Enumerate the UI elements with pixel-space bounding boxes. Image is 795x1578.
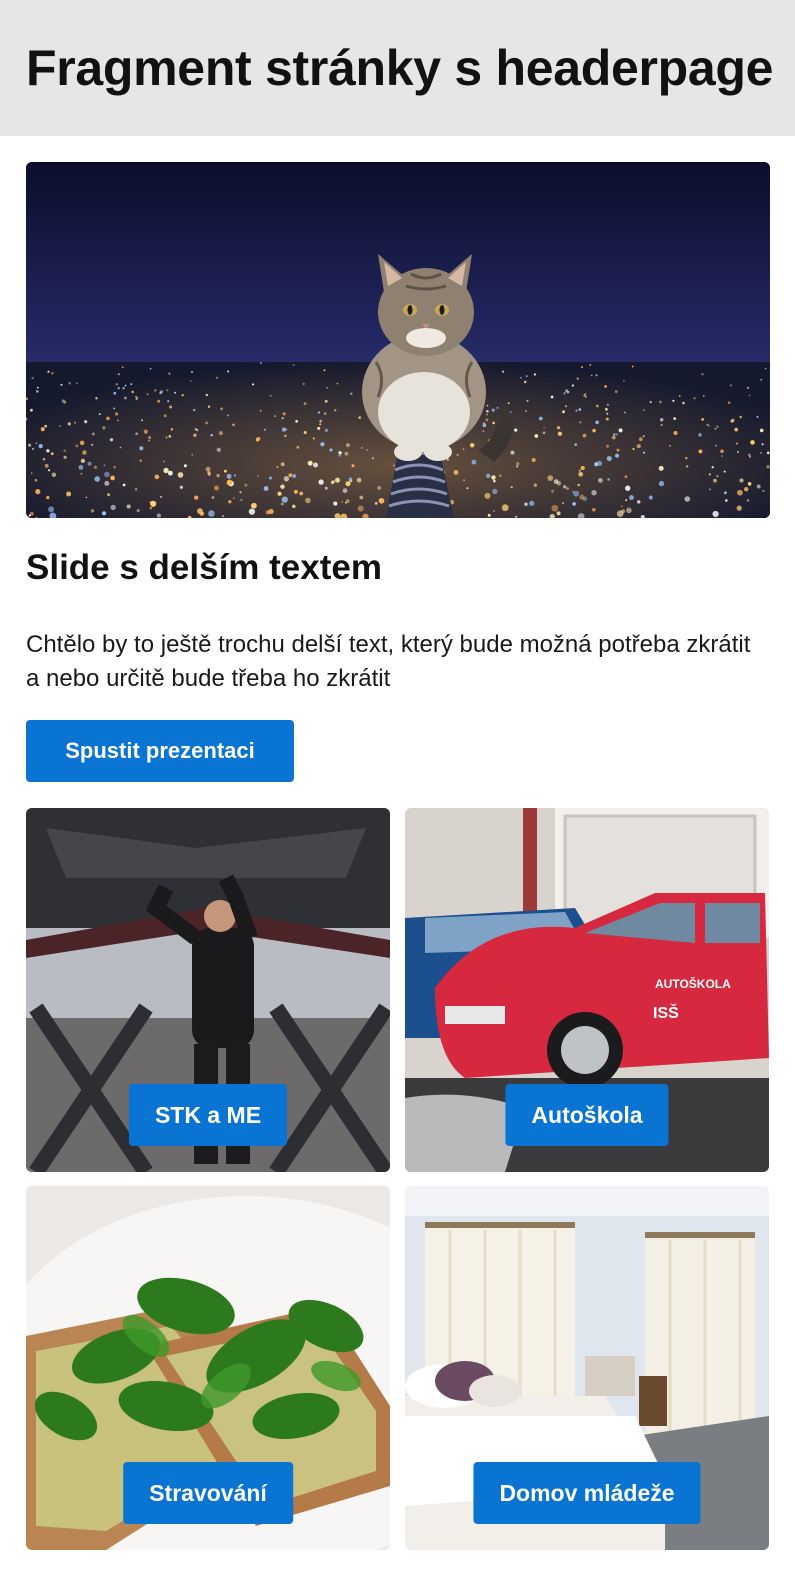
tile-stk-a-me[interactable]: STK a ME [26,808,390,1172]
tile-button-autoskola[interactable]: Autoškola [505,1084,669,1146]
start-presentation-button[interactable]: Spustit prezentaci [26,720,294,782]
tile-autoskola[interactable]: AUTOŠKOLA ISŠ Autoškola [405,808,769,1172]
page-title: Fragment stránky s headerpage [26,40,774,96]
tile-stravovani[interactable]: Stravování [26,1186,390,1550]
tile-button-stk[interactable]: STK a ME [128,1084,288,1146]
page-header: Fragment stránky s headerpage [0,0,795,136]
tile-button-domov-mladeze[interactable]: Domov mládeže [473,1462,701,1524]
hero-image [26,162,770,518]
car-badge-iss: ISŠ [653,1003,679,1022]
car-badge-autoskola: AUTOŠKOLA [655,976,731,991]
tile-button-stravovani[interactable]: Stravování [123,1462,293,1524]
slide-description: Chtělo by to ještě trochu delší text, kt… [26,631,751,692]
tile-domov-mladeze[interactable]: Domov mládeže [405,1186,769,1550]
slide-title: Slide s delším textem [26,548,382,587]
night-city-cat-photo [26,162,770,518]
